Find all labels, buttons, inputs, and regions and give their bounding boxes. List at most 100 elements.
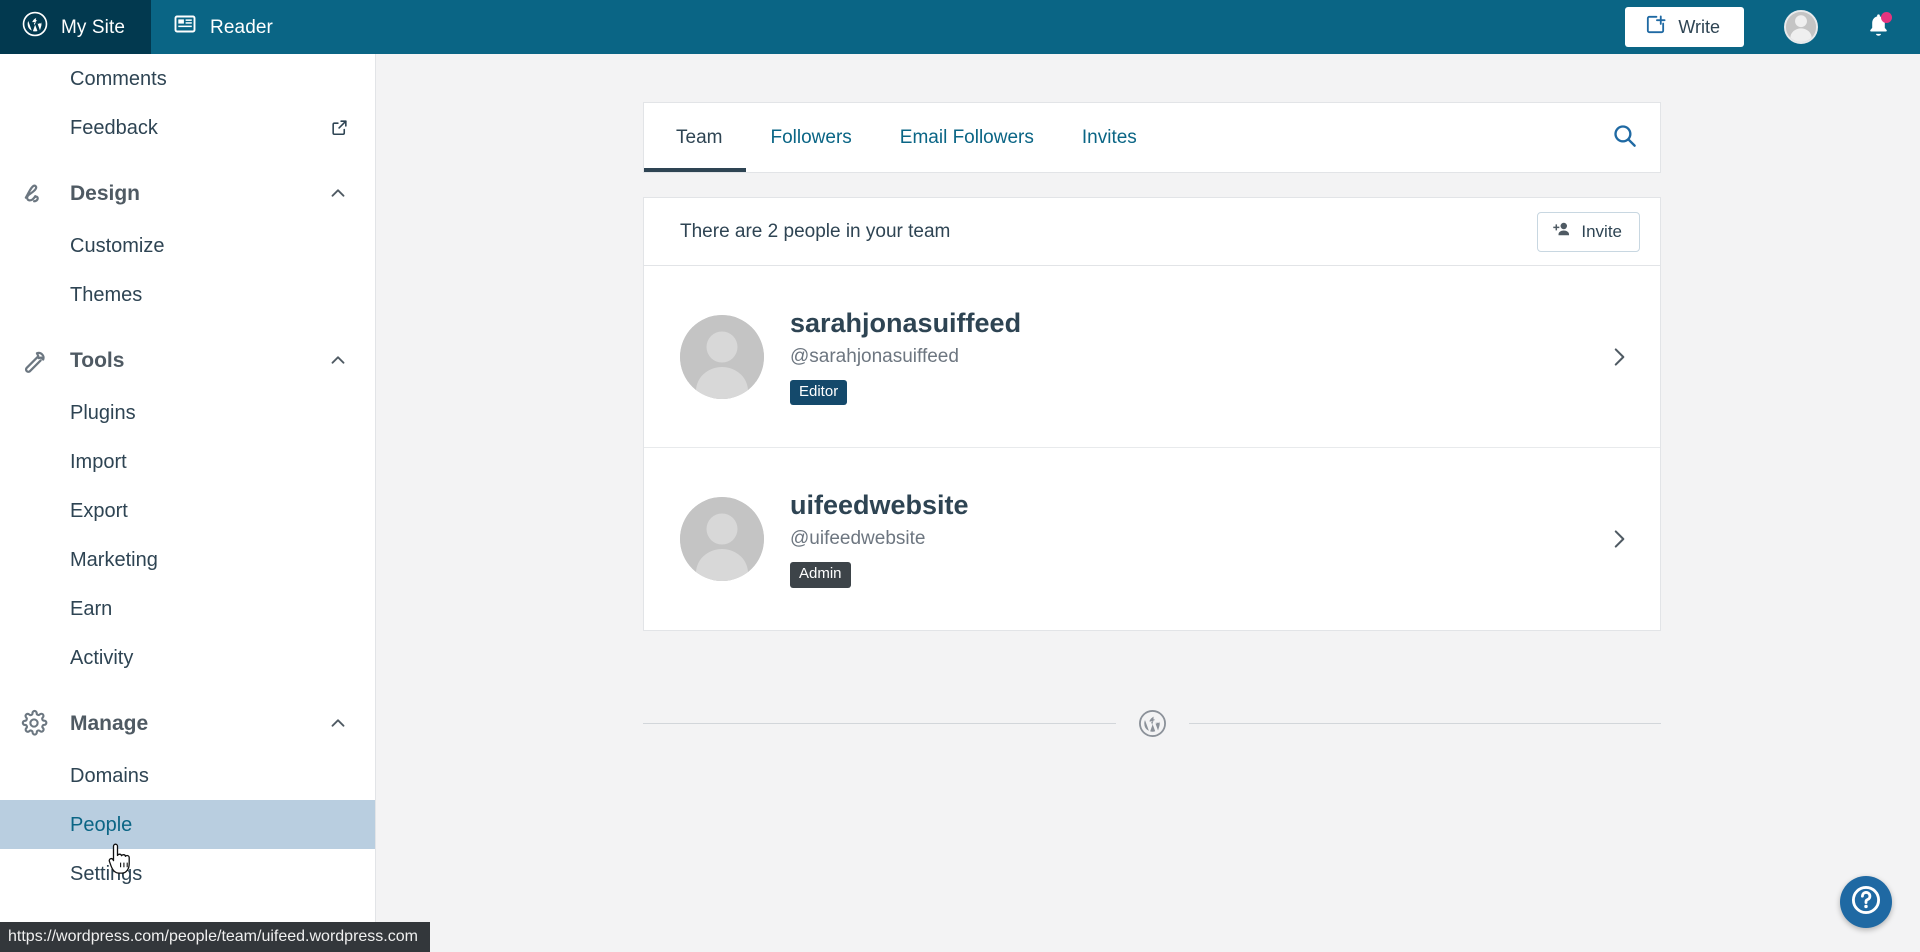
sidebar-section-label: Tools (70, 348, 125, 372)
chevron-right-icon (1606, 344, 1638, 370)
write-button[interactable]: Write (1625, 7, 1744, 47)
sidebar-item-label: Domains (70, 764, 149, 787)
external-link-icon (330, 118, 349, 137)
user-avatar-icon (1786, 12, 1816, 42)
sidebar-item-label: Feedback (70, 116, 158, 139)
invite-label: Invite (1581, 221, 1622, 241)
sidebar-item-label: Comments (70, 67, 167, 90)
sidebar-item-label: Themes (70, 283, 143, 306)
sidebar-item-label: Activity (70, 646, 134, 669)
sidebar-item-plugins[interactable]: Plugins (0, 388, 375, 437)
status-bar-url-text: https://wordpress.com/people/team/uifeed… (8, 928, 418, 945)
masthead-tab-my-site[interactable]: My Site (0, 0, 152, 54)
sidebar: Comments Feedback Design Customize Theme… (0, 54, 376, 952)
sidebar-item-marketing[interactable]: Marketing (0, 535, 375, 584)
sidebar-item-themes[interactable]: Themes (0, 270, 375, 319)
user-avatar-button[interactable] (1784, 10, 1818, 44)
sidebar-item-label: People (70, 813, 133, 836)
masthead-right-group: Write (1625, 0, 1920, 54)
divider-line-right (1188, 723, 1661, 724)
masthead-reader-label: Reader (210, 17, 273, 38)
help-question-icon (1848, 882, 1884, 923)
avatar (680, 497, 764, 581)
wordpress-divider (643, 709, 1661, 738)
sidebar-item-label: Earn (70, 597, 113, 620)
role-badge: Admin (790, 562, 851, 588)
sidebar-item-domains[interactable]: Domains (0, 751, 375, 800)
chevron-right-icon (1606, 526, 1638, 552)
sidebar-item-export[interactable]: Export (0, 486, 375, 535)
sidebar-item-label: Import (70, 450, 127, 473)
sidebar-section-tools[interactable]: Tools (0, 332, 375, 388)
status-bar-url: https://wordpress.com/people/team/uifeed… (0, 922, 430, 952)
chevron-up-icon (327, 182, 349, 204)
team-member-name: uifeedwebsite (790, 490, 969, 521)
team-member-handle: @sarahjonasuiffeed (790, 345, 959, 367)
help-button[interactable] (1840, 876, 1892, 928)
tab-email-followers[interactable]: Email Followers (876, 103, 1058, 172)
sidebar-section-manage[interactable]: Manage (0, 695, 375, 751)
sidebar-item-feedback[interactable]: Feedback (0, 103, 375, 152)
team-header: There are 2 people in your team Invite (644, 198, 1660, 266)
sidebar-item-settings[interactable]: Settings (0, 849, 375, 898)
tab-invites[interactable]: Invites (1058, 103, 1161, 172)
tabs-spacer (1161, 103, 1588, 172)
sidebar-item-activity[interactable]: Activity (0, 633, 375, 682)
search-button[interactable] (1588, 103, 1660, 172)
tab-label: Email Followers (899, 126, 1034, 148)
search-icon (1611, 122, 1638, 154)
team-member-name: sarahjonasuiffeed (790, 307, 1022, 338)
sidebar-item-customize[interactable]: Customize (0, 221, 375, 270)
sidebar-item-earn[interactable]: Earn (0, 584, 375, 633)
tab-followers[interactable]: Followers (746, 103, 875, 172)
sidebar-item-label: Settings (70, 862, 143, 885)
write-label: Write (1678, 16, 1720, 37)
sidebar-section-label: Manage (70, 711, 149, 735)
reader-icon (173, 12, 197, 42)
sidebar-item-label: Plugins (70, 401, 136, 424)
tab-team[interactable]: Team (644, 103, 747, 172)
gear-icon (20, 709, 58, 737)
masthead-spacer (299, 0, 1625, 54)
write-icon (1644, 13, 1667, 41)
notification-badge-dot (1881, 12, 1892, 23)
sidebar-section-label: Design (70, 181, 141, 205)
team-panel: There are 2 people in your team Invite s… (643, 197, 1661, 631)
sidebar-item-people[interactable]: People (0, 800, 375, 849)
sidebar-item-label: Customize (70, 234, 165, 257)
role-badge: Editor (790, 379, 848, 406)
people-tabs: Team Followers Email Followers Invites (644, 103, 1161, 172)
avatar (680, 314, 764, 399)
sidebar-item-import[interactable]: Import (0, 437, 375, 486)
design-brush-icon (20, 179, 58, 207)
team-count-text: There are 2 people in your team (680, 221, 951, 242)
tab-label: Invites (1081, 126, 1137, 148)
sidebar-section-design[interactable]: Design (0, 165, 375, 221)
chevron-up-icon (327, 712, 349, 734)
team-member-info: uifeedwebsite @uifeedwebsite Admin (790, 490, 1606, 588)
tab-label: Team (676, 126, 723, 148)
main-content: Team Followers Email Followers Invites T… (376, 54, 1920, 952)
wordpress-logo-icon (22, 11, 48, 43)
masthead: My Site Reader Write (0, 0, 1920, 54)
notifications-button[interactable] (1862, 11, 1894, 43)
team-member-row[interactable]: uifeedwebsite @uifeedwebsite Admin (644, 448, 1660, 630)
chevron-up-icon (327, 349, 349, 371)
masthead-tab-reader[interactable]: Reader (151, 0, 299, 54)
sidebar-item-label: Marketing (70, 548, 158, 571)
people-tabs-panel: Team Followers Email Followers Invites (643, 102, 1661, 173)
sidebar-item-label: Export (70, 499, 128, 522)
divider-line-left (643, 723, 1116, 724)
add-user-icon (1551, 219, 1572, 245)
team-member-info: sarahjonasuiffeed @sarahjonasuiffeed Edi… (790, 307, 1606, 406)
team-member-row[interactable]: sarahjonasuiffeed @sarahjonasuiffeed Edi… (644, 266, 1660, 448)
tab-label: Followers (770, 126, 852, 148)
wordpress-logo-icon (1116, 709, 1189, 738)
masthead-my-site-label: My Site (61, 17, 126, 38)
invite-button[interactable]: Invite (1537, 211, 1640, 252)
sidebar-item-comments[interactable]: Comments (0, 54, 375, 103)
